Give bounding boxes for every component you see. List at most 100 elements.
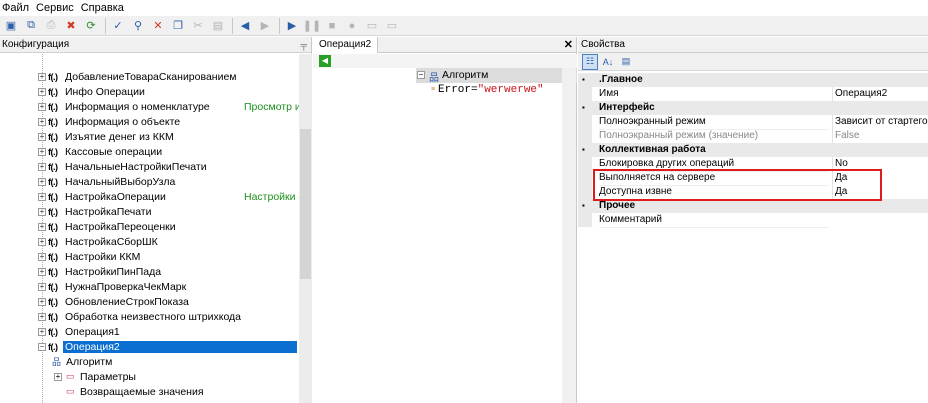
step-icon[interactable]: ▭ xyxy=(363,17,381,35)
expand-icon[interactable]: + xyxy=(38,72,46,81)
stop-icon[interactable]: ■ xyxy=(323,17,341,35)
expand-icon[interactable]: + xyxy=(38,222,46,231)
sort-alphabetical-icon[interactable]: A↓ xyxy=(600,54,616,70)
run-icon[interactable]: ▶ xyxy=(283,17,301,35)
expand-icon[interactable]: + xyxy=(38,207,46,216)
tree-item-nach-nastr-pechati[interactable]: + f(.) НачальныеНастройкиПечати xyxy=(0,159,299,174)
tree-item-nastroyki-kkm[interactable]: + f(.) Настройки ККМ xyxy=(0,249,299,264)
tree-item-izyatie[interactable]: + f(.) Изъятие денег из ККМ xyxy=(0,129,299,144)
save-all-icon[interactable]: ⧉ xyxy=(22,17,40,35)
tree-item-nach-vybor-uzla[interactable]: + f(.) НачальныйВыборУзла xyxy=(0,174,299,189)
categorized-icon[interactable]: ☷ xyxy=(582,53,598,70)
delete-icon[interactable]: ✖ xyxy=(62,17,80,35)
expand-icon[interactable]: + xyxy=(38,252,46,261)
step-over-icon[interactable]: ▭ xyxy=(383,17,401,35)
tree-item-nastroyka-pereocenki[interactable]: + f(.) НастройкаПереоценки xyxy=(0,219,299,234)
category-interface[interactable]: ▪ Интерфейс xyxy=(578,101,928,115)
tree-item-nastroyka-pechati[interactable]: + f(.) НастройкаПечати xyxy=(0,204,299,219)
expand-icon[interactable]: + xyxy=(38,87,46,96)
tree-item-obrabotka-shtrihkoda[interactable]: + f(.) Обработка неизвестного штрихкода xyxy=(0,309,299,324)
code-statement[interactable]: Error="werwerwe" xyxy=(438,84,544,96)
tree-item-operaciya2[interactable]: − f(.) Операция2 xyxy=(0,339,299,354)
cut-icon[interactable]: ✂ xyxy=(189,17,207,35)
pin-icon[interactable]: ╤ xyxy=(301,40,307,50)
tree-item-nuzhna-proverka[interactable]: + f(.) НужнаПроверкаЧекМарк xyxy=(0,279,299,294)
save-icon[interactable]: ▣ xyxy=(2,17,20,35)
menu-service[interactable]: Сервис xyxy=(34,2,79,14)
expand-icon[interactable]: + xyxy=(38,177,46,186)
category-collective-work[interactable]: ▪ Коллективная работа xyxy=(578,143,928,157)
copy-icon[interactable]: ❐ xyxy=(169,17,187,35)
expand-icon[interactable]: + xyxy=(38,132,46,141)
tree-item-nastroyka-sborshk[interactable]: + f(.) НастройкаСборШК xyxy=(0,234,299,249)
tree-item-label: НужнаПроверкаЧекМарк xyxy=(65,280,187,293)
expand-icon[interactable]: + xyxy=(54,372,62,381)
tree-child-algoritm[interactable]: 品 Алгоритм xyxy=(0,354,299,369)
property-row[interactable]: Полноэкранный режим Зависит от стартего xyxy=(578,115,928,130)
tree-item-obnovlenie-strok[interactable]: + f(.) ОбновлениеСтрокПоказа xyxy=(0,294,299,309)
property-row[interactable]: Комментарий xyxy=(578,213,928,228)
menu-file[interactable]: Файл xyxy=(0,2,34,14)
refresh-icon[interactable]: ⟳ xyxy=(82,17,100,35)
expand-icon[interactable]: + xyxy=(38,237,46,246)
toolbar-separator xyxy=(105,17,106,34)
collapse-icon[interactable]: ▪ xyxy=(582,73,585,87)
property-value[interactable]: Операция2 xyxy=(832,87,928,101)
expand-icon[interactable]: + xyxy=(38,327,46,336)
spellcheck-icon[interactable]: ✓ xyxy=(109,17,127,35)
tree-item-label: Обработка неизвестного штрихкода xyxy=(65,310,242,323)
property-row[interactable]: Полноэкранный режим (значение) False xyxy=(578,129,928,144)
expand-icon[interactable]: + xyxy=(38,147,46,156)
property-value[interactable]: Зависит от стартего xyxy=(832,115,928,129)
tree-item-kassovye[interactable]: + f(.) Кассовые операции xyxy=(0,144,299,159)
expand-icon[interactable]: + xyxy=(38,282,46,291)
menu-help[interactable]: Справка xyxy=(79,2,129,14)
back-arrow-icon[interactable]: ◀ xyxy=(319,55,331,67)
find-icon[interactable]: ⚲ xyxy=(129,17,147,35)
paste-icon[interactable]: ▤ xyxy=(209,17,227,35)
algorithm-node-row[interactable] xyxy=(416,68,577,83)
category-other[interactable]: ▪ Прочее xyxy=(578,199,928,213)
property-pages-icon[interactable]: ▤ xyxy=(618,54,634,70)
close-icon[interactable]: ✕ xyxy=(149,17,167,35)
collapse-icon[interactable]: ▪ xyxy=(582,143,585,157)
tree-item-nastroyka-operacii[interactable]: + f(.) НастройкаОперации Настройки о xyxy=(0,189,299,204)
configuration-tree: + f(.) ДобавлениеТовараСканированием + f… xyxy=(0,54,299,403)
expand-icon[interactable]: + xyxy=(38,297,46,306)
tree-item-nastroyki-pinpada[interactable]: + f(.) НастройкиПинПада xyxy=(0,264,299,279)
tree-scrollbar[interactable] xyxy=(299,54,312,403)
tree-item-info-nomenklatura[interactable]: + f(.) Информация о номенклатуре Просмот… xyxy=(0,99,299,114)
close-tab-icon[interactable]: ✕ xyxy=(564,38,573,51)
expand-icon[interactable]: + xyxy=(38,117,46,126)
tree-child-parametry[interactable]: + ▭ Параметры xyxy=(0,369,299,384)
pause-icon[interactable]: ❚❚ xyxy=(303,17,321,35)
forward-icon[interactable]: ▶ xyxy=(256,17,274,35)
tab-operaciya2[interactable]: Операция2 xyxy=(313,37,379,53)
collapse-icon[interactable]: − xyxy=(417,71,425,79)
tree-child-vozvrashaemye[interactable]: ▭ Возвращаемые значения xyxy=(0,384,299,399)
print-icon[interactable]: ⎙ xyxy=(42,17,60,35)
tree-item-info-operacii[interactable]: + f(.) Инфо Операции xyxy=(0,84,299,99)
expand-icon[interactable]: + xyxy=(38,312,46,321)
category-label: Прочее xyxy=(599,200,636,211)
category-main[interactable]: ▪ .Главное xyxy=(578,73,928,87)
collapse-icon[interactable]: ▪ xyxy=(582,101,585,115)
expand-icon[interactable]: + xyxy=(38,192,46,201)
editor-scrollbar[interactable] xyxy=(562,68,576,403)
tree-item-info-obekt[interactable]: + f(.) Информация о объекте xyxy=(0,114,299,129)
tree-item-operaciya1[interactable]: + f(.) Операция1 xyxy=(0,324,299,339)
back-icon[interactable]: ◀ xyxy=(236,17,254,35)
property-value: False xyxy=(832,129,928,143)
highlight-box xyxy=(593,169,882,201)
collapse-icon[interactable]: − xyxy=(38,342,46,351)
grid-gutter xyxy=(578,87,592,101)
collapse-icon[interactable]: ▪ xyxy=(582,199,585,213)
expand-icon[interactable]: + xyxy=(38,267,46,276)
breakpoint-icon[interactable]: ● xyxy=(343,17,361,35)
expand-icon[interactable]: + xyxy=(38,102,46,111)
expand-icon[interactable]: + xyxy=(38,162,46,171)
tree-item-dobavlenie[interactable]: + f(.) ДобавлениеТовараСканированием xyxy=(0,69,299,84)
grid-gutter xyxy=(578,129,592,143)
scrollbar-thumb[interactable] xyxy=(300,129,311,279)
property-row[interactable]: Имя Операция2 xyxy=(578,87,928,102)
